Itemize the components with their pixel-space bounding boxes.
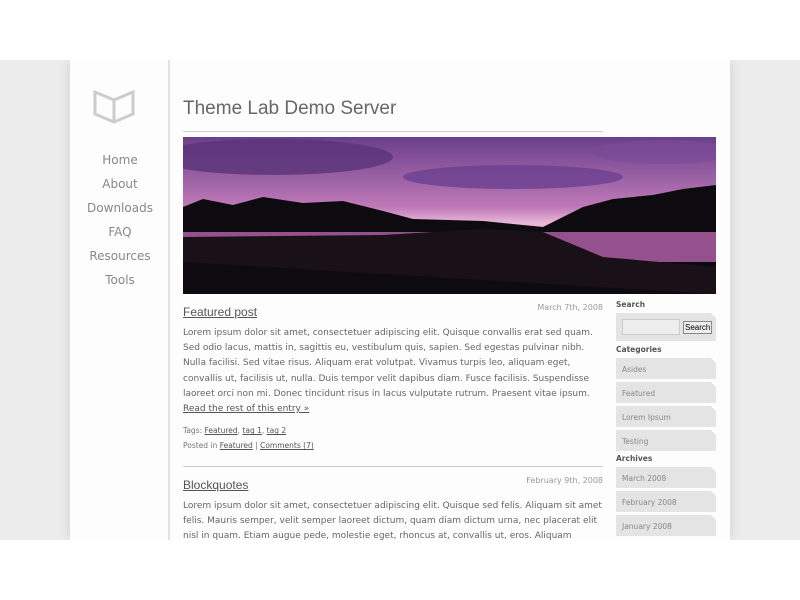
archive-january-2008[interactable]: January 2008 [616, 515, 716, 536]
posted-in-label: Posted in [183, 441, 218, 451]
post-date: February 9th, 2008 [526, 476, 603, 485]
categories-heading: Categories [616, 345, 662, 354]
nav-resources[interactable]: Resources [70, 244, 170, 268]
tags-label: Tags: [183, 426, 203, 436]
post-date: March 7th, 2008 [537, 303, 603, 312]
nav-tools[interactable]: Tools [70, 268, 170, 292]
comments-link[interactable]: Comments (7) [260, 441, 314, 450]
post-featured: Featured post March 7th, 2008 Lorem ipsu… [183, 303, 603, 451]
separator: | [255, 441, 258, 451]
page-background: Home About Downloads FAQ Resources Tools… [0, 60, 800, 540]
tag-link[interactable]: Featured [205, 426, 238, 435]
post-title-link[interactable]: Featured post [183, 305, 257, 319]
post-blockquotes: Blockquotes February 9th, 2008 Lorem ips… [183, 474, 603, 540]
search-input[interactable] [622, 319, 680, 335]
right-sidebar: Search Search Categories Asides Featured… [616, 300, 716, 539]
category-link[interactable]: Featured [220, 441, 253, 450]
left-sidebar: Home About Downloads FAQ Resources Tools [70, 60, 170, 540]
site-title[interactable]: Theme Lab Demo Server [183, 98, 396, 120]
tag-link[interactable]: tag 1 [242, 426, 261, 435]
archive-february-2008[interactable]: February 2008 [616, 491, 716, 512]
divider [183, 466, 603, 467]
read-more-link[interactable]: Read the rest of this entry » [183, 404, 309, 414]
post-title-link[interactable]: Blockquotes [183, 478, 248, 492]
main-nav: Home About Downloads FAQ Resources Tools [70, 148, 170, 292]
archives-heading: Archives [616, 454, 653, 463]
category-lorem-ipsum[interactable]: Lorem Ipsum [616, 406, 716, 427]
nav-faq[interactable]: FAQ [70, 220, 170, 244]
category-featured[interactable]: Featured [616, 382, 716, 403]
post-body: Lorem ipsum dolor sit amet, consectetuer… [183, 328, 593, 399]
search-button[interactable]: Search [683, 320, 713, 334]
post-body: Lorem ipsum dolor sit amet, consectetuer… [183, 501, 602, 540]
nav-downloads[interactable]: Downloads [70, 196, 170, 220]
search-heading: Search [616, 300, 646, 309]
nav-about[interactable]: About [70, 172, 170, 196]
category-testing[interactable]: Testing [616, 430, 716, 451]
category-asides[interactable]: Asides [616, 358, 716, 379]
header-sunset-image [183, 137, 716, 294]
nav-home[interactable]: Home [70, 148, 170, 172]
tag-link[interactable]: tag 2 [267, 426, 286, 435]
page-container: Home About Downloads FAQ Resources Tools… [70, 60, 730, 540]
book-logo-icon[interactable] [93, 86, 135, 124]
divider [183, 131, 603, 132]
search-widget: Search [616, 313, 716, 341]
archive-march-2008[interactable]: March 2008 [616, 467, 716, 488]
